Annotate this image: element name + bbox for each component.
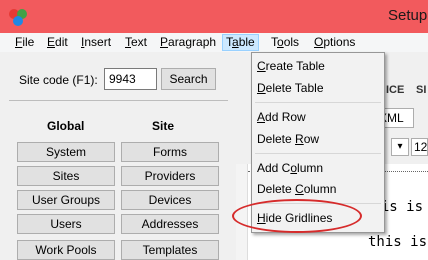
menu-options[interactable]: Options <box>313 34 356 51</box>
menu-file[interactable]: File <box>14 34 35 51</box>
site-code-input[interactable]: 9943 <box>104 68 157 90</box>
forms-button[interactable]: Forms <box>121 142 219 162</box>
title-bar: Setup <box>0 0 428 33</box>
editor-line-2: this is <box>368 234 428 250</box>
menu-create-table[interactable]: Create Table <box>257 56 379 76</box>
divider <box>9 100 228 101</box>
global-header: Global <box>47 119 85 133</box>
addresses-button[interactable]: Addresses <box>121 214 219 234</box>
menu-separator <box>255 153 381 154</box>
menu-paragraph[interactable]: Paragraph <box>159 34 217 51</box>
right-label-1: ICE <box>386 84 405 96</box>
site-header: Site <box>152 119 175 133</box>
menu-add-column[interactable]: Add Column <box>257 158 379 178</box>
system-button[interactable]: System <box>17 142 115 162</box>
menu-delete-column[interactable]: Delete Column <box>257 179 379 199</box>
menu-insert[interactable]: Insert <box>80 34 112 51</box>
providers-button[interactable]: Providers <box>121 166 219 186</box>
chevron-down-icon[interactable]: ▾ <box>391 138 409 156</box>
site-code-label: Site code (F1): <box>19 73 98 87</box>
right-label-2: SI <box>416 84 427 96</box>
menu-add-row[interactable]: Add Row <box>257 107 379 127</box>
menu-table[interactable]: Table <box>222 34 259 51</box>
app-logo-icon <box>9 9 27 26</box>
window-title: Setup <box>388 7 428 24</box>
user-groups-button[interactable]: User Groups <box>17 190 115 210</box>
search-button[interactable]: Search <box>161 68 216 90</box>
menu-separator <box>255 102 381 103</box>
work-pools-button[interactable]: Work Pools <box>17 240 115 260</box>
users-button[interactable]: Users <box>17 214 115 234</box>
menu-text[interactable]: Text <box>124 34 148 51</box>
menu-bar: File Edit Insert Text Paragraph Table To… <box>0 33 428 52</box>
devices-button[interactable]: Devices <box>121 190 219 210</box>
menu-tools[interactable]: Tools <box>270 34 300 51</box>
menu-delete-row[interactable]: Delete Row <box>257 129 379 149</box>
font-size-select[interactable]: 12 <box>411 138 428 156</box>
menu-edit[interactable]: Edit <box>46 34 69 51</box>
templates-button[interactable]: Templates <box>121 240 219 260</box>
sites-button[interactable]: Sites <box>17 166 115 186</box>
annotation-ellipse <box>232 199 362 233</box>
menu-delete-table[interactable]: Delete Table <box>257 78 379 98</box>
